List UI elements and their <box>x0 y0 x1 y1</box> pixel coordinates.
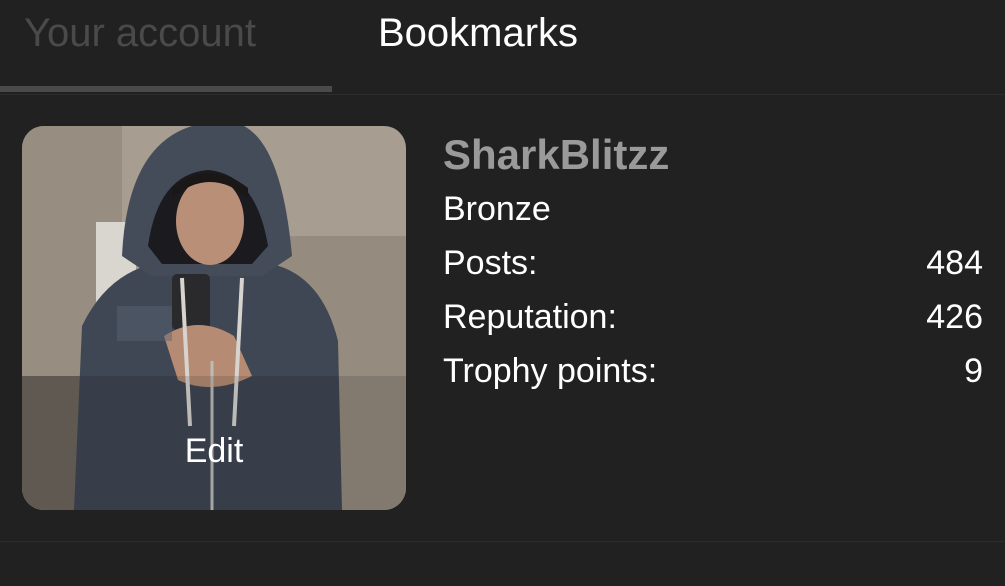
username[interactable]: SharkBlitzz <box>443 130 983 180</box>
tab-bar: Your account Bookmarks <box>0 0 1005 95</box>
reputation-label: Reputation: <box>443 298 617 336</box>
trophy-points-value: 9 <box>964 352 983 390</box>
reputation-value: 426 <box>926 298 983 336</box>
trophy-points-label: Trophy points: <box>443 352 658 390</box>
tab-your-account[interactable]: Your account <box>24 10 256 56</box>
profile-info: SharkBlitzz Bronze Posts: 484 Reputation… <box>443 130 983 398</box>
active-tab-indicator <box>0 86 332 92</box>
section-divider <box>0 541 1005 542</box>
user-rank: Bronze <box>443 190 551 228</box>
avatar[interactable]: Edit <box>22 126 406 510</box>
profile-card: Edit SharkBlitzz Bronze Posts: 484 Reput… <box>0 95 1005 541</box>
stat-row-trophy-points: Trophy points: 9 <box>443 344 983 398</box>
stat-row-posts: Posts: 484 <box>443 236 983 290</box>
stat-row-reputation: Reputation: 426 <box>443 290 983 344</box>
edit-avatar-label[interactable]: Edit <box>22 432 406 471</box>
posts-value: 484 <box>926 244 983 282</box>
posts-label: Posts: <box>443 244 538 282</box>
tab-bookmarks[interactable]: Bookmarks <box>378 10 578 56</box>
